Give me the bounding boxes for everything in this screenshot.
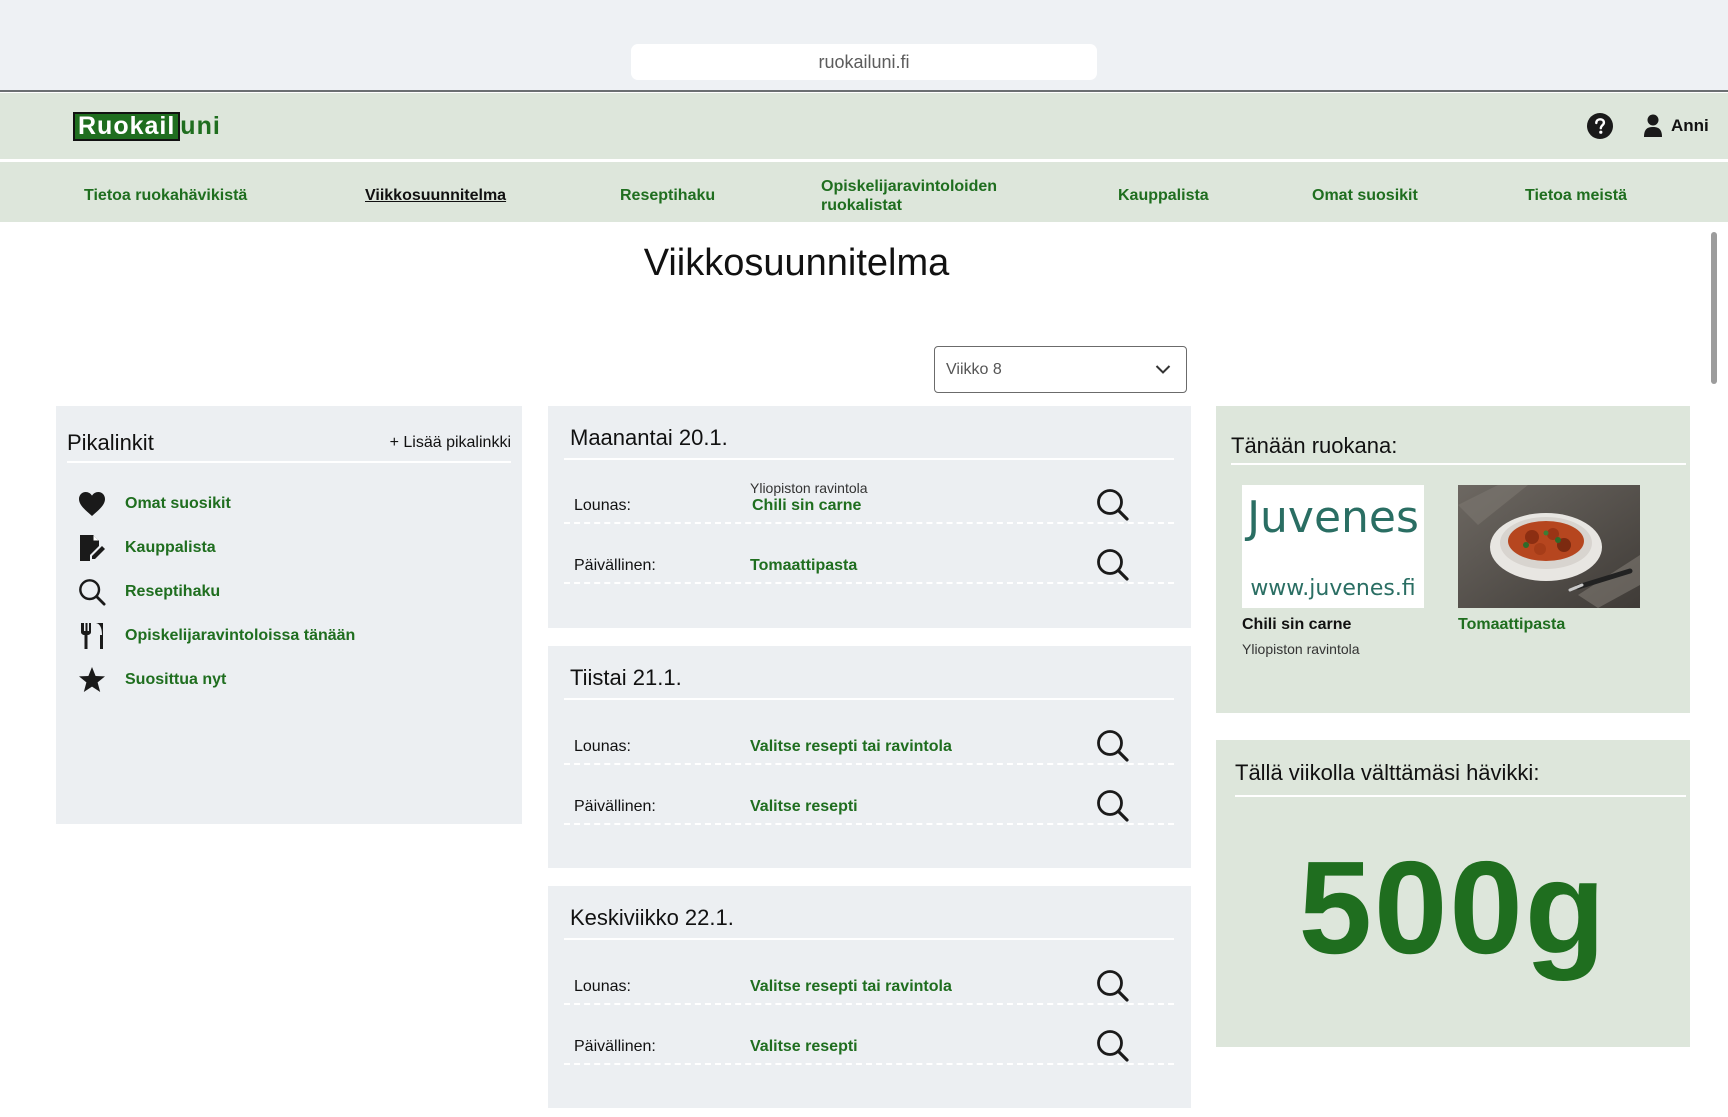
today-food-title: Tänään ruokana: [1231, 433, 1398, 458]
quick-link-label: Kauppalista [125, 539, 216, 556]
quick-link-label: Suosittua nyt [125, 671, 227, 688]
meal-label: Lounas: [574, 978, 631, 995]
meal-value-link[interactable]: Valitse resepti tai ravintola [750, 978, 952, 996]
quick-link-omat-suosikit[interactable]: Omat suosikit [78, 482, 355, 526]
nav-item-tietoa-ruokahavikista[interactable]: Tietoa ruokahävikistä [84, 186, 247, 205]
nav-item-reseptihaku[interactable]: Reseptihaku [620, 186, 715, 205]
restaurant-name: Yliopiston ravintola [750, 480, 868, 496]
quick-link-reseptihaku[interactable]: Reseptihaku [78, 570, 355, 614]
quick-links-header: Pikalinkit + Lisää pikalinkki [67, 426, 511, 463]
main-nav: Tietoa ruokahävikistä Viikkosuunnitelma … [0, 162, 1728, 222]
meal-row-dinner: Päivällinen: Valitse resepti [564, 781, 1174, 825]
divider [564, 698, 1174, 700]
divider [1235, 795, 1686, 797]
nav-item-kauppalista[interactable]: Kauppalista [1118, 186, 1209, 205]
nav-item-tietoa-meista[interactable]: Tietoa meistä [1525, 186, 1627, 205]
cutlery-icon [81, 623, 103, 649]
meal-row-dinner: Päivällinen: Valitse resepti [564, 1021, 1174, 1065]
meal-label: Päivällinen: [574, 557, 656, 574]
meal-value-link[interactable]: Valitse resepti [750, 1038, 858, 1056]
meal-value-link[interactable]: Valitse resepti tai ravintola [750, 738, 952, 756]
browser-bar: ruokailuni.fi [0, 0, 1728, 92]
meal-row-lunch: Lounas: Valitse resepti tai ravintola [564, 961, 1174, 1005]
day-title: Keskiviikko 22.1. [570, 905, 734, 930]
scrollbar-thumb[interactable] [1711, 232, 1717, 384]
svg-text:www.juvenes.fi: www.juvenes.fi [1250, 576, 1415, 601]
quick-links-panel: Pikalinkit + Lisää pikalinkki Omat suosi… [56, 406, 522, 824]
week-select-value: Viikko 8 [946, 361, 1002, 378]
search-icon[interactable] [1096, 969, 1130, 1003]
user-menu[interactable]: Anni [1643, 113, 1709, 139]
quick-link-suosittua-nyt[interactable]: Suosittua nyt [78, 658, 355, 702]
svg-text:Juvenes: Juvenes [1244, 492, 1419, 543]
search-icon[interactable] [1096, 729, 1130, 763]
quick-links-list: Omat suosikit Kauppalista Reseptihaku Op… [78, 482, 355, 702]
quick-link-label: Opiskelijaravintoloissa tänään [125, 627, 356, 644]
today-item-name: Chili sin carne [1242, 616, 1352, 633]
today-item-tomaattipasta[interactable]: Tomaattipasta [1458, 485, 1640, 634]
meal-label: Päivällinen: [574, 1038, 656, 1055]
waste-avoided-title: Tällä viikolla välttämäsi hävikki: [1235, 760, 1540, 785]
logo-boxed-text: Ruokail [73, 112, 181, 141]
divider [564, 938, 1174, 940]
pasta-dish-image [1458, 485, 1640, 608]
add-quick-link-button[interactable]: + Lisää pikalinkki [390, 434, 511, 452]
juvenes-logo-image: Juvenes www.juvenes.fi [1242, 485, 1424, 608]
quick-link-kauppalista[interactable]: Kauppalista [78, 526, 355, 570]
heart-icon [79, 492, 105, 516]
meal-value-link[interactable]: Tomaattipasta [750, 557, 857, 575]
nav-item-omat-suosikit[interactable]: Omat suosikit [1312, 186, 1418, 205]
search-icon [79, 579, 106, 606]
meal-row-lunch: Lounas: Yliopiston ravintola Chili sin c… [564, 480, 1174, 524]
shopping-list-icon [80, 535, 105, 561]
waste-avoided-value: 500g [1298, 834, 1608, 981]
page-title: Viikkosuunnitelma [643, 242, 950, 284]
site-logo[interactable]: Ruokail uni [73, 112, 221, 141]
star-icon [79, 667, 105, 692]
meal-row-dinner: Päivällinen: Tomaattipasta [564, 540, 1174, 584]
quick-link-opiskelijaravintolat[interactable]: Opiskelijaravintoloissa tänään [78, 614, 355, 658]
day-title: Maanantai 20.1. [570, 425, 728, 450]
meal-label: Lounas: [574, 497, 631, 514]
divider [564, 458, 1174, 460]
quick-link-label: Omat suosikit [125, 495, 231, 512]
search-icon[interactable] [1096, 548, 1130, 582]
today-item-name: Tomaattipasta [1458, 616, 1566, 633]
search-icon[interactable] [1096, 789, 1130, 823]
user-name: Anni [1671, 116, 1709, 135]
nav-item-viikkosuunnitelma[interactable]: Viikkosuunnitelma [365, 186, 506, 205]
day-title: Tiistai 21.1. [570, 665, 682, 690]
day-card-tuesday: Tiistai 21.1. Lounas: Valitse resepti ta… [548, 646, 1191, 868]
meal-row-lunch: Lounas: Valitse resepti tai ravintola [564, 721, 1174, 765]
chevron-down-icon [1155, 365, 1171, 374]
quick-links-title: Pikalinkit [67, 430, 154, 455]
waste-avoided-panel: Tällä viikolla välttämäsi hävikki: 500g [1216, 740, 1690, 1047]
quick-link-label: Reseptihaku [125, 583, 221, 600]
day-card-wednesday: Keskiviikko 22.1. Lounas: Valitse resept… [548, 886, 1191, 1108]
meal-label: Lounas: [574, 738, 631, 755]
logo-rest-text: uni [180, 112, 221, 140]
divider [1231, 463, 1686, 465]
site-header: Ruokail uni Anni [0, 93, 1728, 159]
meal-value-link[interactable]: Chili sin carne [752, 497, 861, 515]
help-icon[interactable] [1587, 113, 1613, 139]
today-item-chili[interactable]: Juvenes www.juvenes.fi Chili sin carne Y… [1242, 485, 1424, 657]
day-card-monday: Maanantai 20.1. Lounas: Yliopiston ravin… [548, 406, 1191, 628]
nav-item-opiskelijaravintoloiden-ruokalistat[interactable]: Opiskelijaravintoloiden ruokalistat [821, 177, 1026, 215]
meal-value-link[interactable]: Valitse resepti [750, 798, 858, 816]
address-bar[interactable]: ruokailuni.fi [631, 44, 1097, 80]
week-select[interactable]: Viikko 8 [934, 346, 1187, 393]
search-icon[interactable] [1096, 1029, 1130, 1063]
meal-label: Päivällinen: [574, 798, 656, 815]
today-item-restaurant: Yliopiston ravintola [1242, 641, 1360, 657]
search-icon[interactable] [1096, 488, 1130, 522]
today-food-panel: Tänään ruokana: Juvenes www.juvenes.fi C… [1216, 406, 1690, 713]
user-icon [1644, 114, 1662, 137]
